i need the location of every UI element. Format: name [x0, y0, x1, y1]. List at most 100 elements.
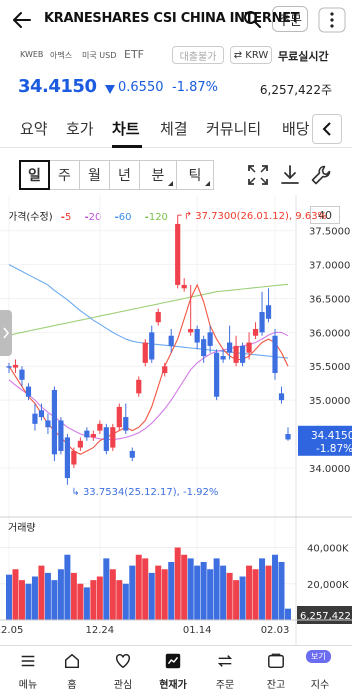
volume-bar [51, 580, 58, 620]
volume-bar [44, 572, 51, 620]
volume-bar [90, 580, 97, 620]
period-selector: 일 주 월 년 분 틱 [19, 160, 214, 190]
y-tick-label: 37.0000 [309, 261, 350, 272]
x-tick-label: 12.24 [86, 625, 115, 636]
bottom-navigation: 메뉴 홈 관심 현재가 주문 잔고 보기 지수 [0, 645, 352, 700]
volume-bar [122, 583, 129, 620]
nav-item-index[interactable]: 보기 지수 [298, 650, 342, 696]
nav-label: 주문 [215, 680, 235, 691]
candle-body [227, 342, 233, 353]
back-arrow-icon[interactable] [10, 8, 34, 32]
tab-community[interactable]: 커뮤니티 [206, 118, 261, 139]
period-tick-label: 틱 [188, 168, 202, 184]
nav-badge: 보기 [306, 650, 331, 663]
wrench-settings-icon[interactable] [310, 164, 332, 186]
candle-body [155, 312, 161, 323]
nav-item-wallet[interactable]: 잔고 [254, 652, 298, 696]
ma60-line [8, 264, 289, 359]
price-chart[interactable]: 37.5000 37.0000 36.5000 36.0000 35.5000 35.00… [0, 195, 352, 645]
volume-bar [12, 569, 19, 620]
nav-item-menu[interactable]: 메뉴 [6, 652, 50, 696]
current-price: 34.4150 [18, 76, 97, 97]
nav-item-heart[interactable]: 관심 [101, 652, 145, 696]
tab-summary[interactable]: 요약 [20, 118, 48, 139]
volume-bar [200, 562, 207, 620]
candle-body [265, 305, 272, 319]
volume-bar [135, 554, 142, 620]
side-drawer-handle[interactable] [0, 310, 12, 356]
nav-item-chart[interactable]: 현재가 [151, 652, 195, 696]
period-year-button[interactable]: 년 [109, 160, 140, 190]
tab-orderbook[interactable]: 호가 [66, 118, 94, 139]
period-tick-button[interactable]: 틱 [176, 160, 214, 190]
period-week-button[interactable]: 주 [49, 160, 80, 190]
candle-body [129, 450, 135, 458]
tab-trades[interactable]: 체결 [160, 118, 188, 139]
candle-body [194, 328, 200, 343]
period-minute-button[interactable]: 분 [139, 160, 177, 190]
candle-body [142, 342, 148, 363]
volume-bar [265, 565, 272, 620]
x-tick-label: 02.03 [261, 625, 290, 636]
candle-body [188, 328, 194, 333]
tab-chart[interactable]: 차트 [112, 118, 140, 139]
ma120-line [8, 283, 289, 337]
candle-body [168, 335, 174, 346]
nav-item-swap[interactable]: 주문 [203, 652, 247, 696]
candle-body [97, 423, 103, 431]
volume-bar [64, 554, 71, 620]
period-minute-label: 분 [151, 168, 165, 184]
candle-body [201, 339, 207, 357]
candle-body [259, 312, 265, 333]
volume-bar [148, 572, 155, 620]
volume-bar [161, 569, 168, 620]
main-tabs: 요약 호가 차트 체결 커뮤니티 배당 [0, 108, 352, 148]
volume-bar [6, 574, 12, 620]
candle-body [149, 332, 155, 360]
candle-body [181, 284, 187, 289]
volume-bar [142, 558, 149, 620]
currency-label: 미국 USD [82, 51, 117, 60]
volume-bar [239, 576, 246, 620]
volume-bar [25, 583, 32, 620]
volume-bar [181, 554, 188, 620]
tab-scroll-left-button[interactable] [312, 114, 342, 144]
volume-bar [246, 565, 253, 620]
period-day-button[interactable]: 일 [19, 160, 50, 190]
swap-icon [217, 655, 233, 667]
candle-body [278, 393, 285, 401]
volume-bar [233, 580, 240, 620]
candle-body [51, 389, 58, 455]
volume-bar [272, 554, 279, 620]
volume-tick-label: 20,000K [307, 580, 349, 591]
y-tick-label: 36.0000 [309, 328, 350, 339]
search-icon[interactable] [242, 9, 262, 29]
candle-body [58, 420, 64, 451]
krw-toggle-button[interactable]: ⇄ KRW [230, 46, 272, 64]
candle-body [246, 342, 252, 353]
candle-body [77, 440, 83, 448]
tab-dividend[interactable]: 배당 [282, 118, 310, 139]
volume-title: 거래량 [8, 522, 36, 534]
candle-body [175, 223, 181, 285]
more-icon[interactable] [318, 7, 346, 33]
volume-bar [116, 580, 123, 620]
ma20-line [8, 331, 289, 440]
candle-body [272, 335, 278, 374]
candle-body [239, 345, 246, 363]
nav-item-home[interactable]: 홈 [50, 652, 94, 696]
volume-bar [213, 558, 220, 620]
period-month-button[interactable]: 월 [79, 160, 110, 190]
volume-bar [226, 572, 233, 620]
download-icon[interactable] [279, 164, 301, 186]
volume-bar [252, 569, 259, 620]
volume-bar [220, 565, 227, 620]
volume-bar [31, 576, 38, 620]
fullscreen-icon[interactable] [247, 164, 269, 186]
order-button[interactable]: 주문 [272, 6, 308, 32]
wallet-icon [268, 653, 284, 669]
candle-body [123, 417, 129, 431]
ma5-line [8, 283, 289, 455]
volume-bar [194, 565, 201, 620]
candle-body [45, 420, 51, 428]
